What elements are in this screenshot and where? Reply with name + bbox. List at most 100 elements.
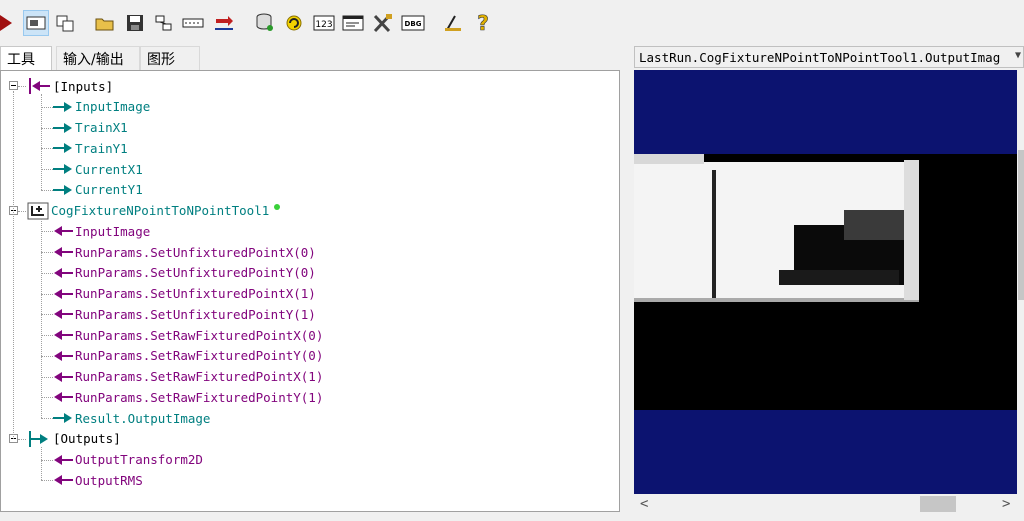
output-arrow-icon bbox=[53, 101, 73, 113]
copy-icon[interactable] bbox=[52, 10, 78, 36]
terminal-node[interactable]: TrainX1 bbox=[53, 118, 128, 138]
fixture-tool-icon bbox=[27, 202, 49, 220]
terminal-node[interactable]: RunParams.SetUnfixturedPointY(0) bbox=[53, 263, 316, 283]
terminal-node[interactable]: OutputTransform2D bbox=[53, 450, 203, 470]
input-arrow-icon bbox=[53, 246, 73, 258]
tree-connector bbox=[13, 91, 15, 439]
output-image bbox=[634, 154, 1017, 410]
node-label: CurrentX1 bbox=[75, 161, 143, 177]
output-arrow-icon bbox=[53, 412, 73, 424]
node-label: RunParams.SetUnfixturedPointX(1) bbox=[75, 286, 316, 301]
tree-connector bbox=[41, 218, 43, 418]
output-arrow-icon bbox=[53, 122, 73, 134]
status-strip bbox=[0, 514, 1024, 521]
tree-connector bbox=[41, 94, 43, 190]
tools-icon[interactable] bbox=[370, 10, 396, 36]
node-label: CogFixtureNPointToNPointTool1 bbox=[51, 203, 270, 218]
tool-tree: [Inputs] InputImage TrainX1 TrainY1 CurrentX… bbox=[0, 70, 620, 512]
scroll-right-icon[interactable]: > bbox=[1002, 496, 1010, 512]
image-vertical-scrollbar[interactable] bbox=[1017, 70, 1024, 494]
tab-tools[interactable]: 工具 bbox=[0, 46, 52, 70]
input-arrow-icon bbox=[53, 288, 73, 300]
output-arrow-icon bbox=[53, 163, 73, 175]
terminal-node[interactable]: RunParams.SetRawFixturedPointY(0) bbox=[53, 346, 323, 366]
dotted-line-icon[interactable] bbox=[180, 10, 206, 36]
toolbar: 123 DBG ? bbox=[0, 0, 1024, 46]
tab-input-output[interactable]: 输入/输出 bbox=[56, 46, 140, 70]
collapse-toggle-icon[interactable] bbox=[9, 81, 18, 90]
tree-connector bbox=[41, 446, 43, 481]
node-label: InputImage bbox=[75, 223, 151, 239]
terminal-node[interactable]: CurrentX1 bbox=[53, 159, 143, 179]
scroll-thumb[interactable] bbox=[920, 496, 956, 512]
tab-graphics[interactable]: 图形 bbox=[140, 46, 200, 70]
tree-connector bbox=[18, 438, 26, 441]
wizard-icon[interactable] bbox=[440, 10, 466, 36]
refresh-icon[interactable] bbox=[281, 10, 307, 36]
input-arrow-icon bbox=[53, 350, 73, 362]
tool-node[interactable]: CogFixtureNPointToNPointTool1 bbox=[27, 201, 281, 221]
input-arrow-icon bbox=[53, 474, 73, 486]
image-selector[interactable]: LastRun.CogFixtureNPointToNPointTool1.Ou… bbox=[634, 46, 1024, 68]
output-arrow-icon bbox=[53, 142, 73, 154]
terminal-node[interactable]: RunParams.SetUnfixturedPointY(1) bbox=[53, 304, 316, 324]
svg-text:DBG: DBG bbox=[405, 20, 422, 28]
network-icon[interactable] bbox=[151, 10, 177, 36]
node-label: TrainY1 bbox=[75, 140, 128, 156]
node-label: OutputRMS bbox=[75, 472, 143, 488]
node-label: RunParams.SetUnfixturedPointY(0) bbox=[75, 265, 316, 281]
help-icon[interactable]: ? bbox=[470, 10, 496, 36]
node-label: OutputTransform2D bbox=[75, 452, 203, 467]
input-arrow-icon bbox=[53, 391, 73, 403]
numeric-icon[interactable]: 123 bbox=[311, 10, 337, 36]
input-arrow-icon bbox=[53, 329, 73, 341]
terminal-node[interactable]: RunParams.SetUnfixturedPointX(0) bbox=[53, 242, 316, 262]
input-arrow-icon bbox=[53, 308, 73, 320]
image-view-icon[interactable] bbox=[23, 10, 49, 36]
input-arrow-icon bbox=[53, 225, 73, 237]
node-label: RunParams.SetRawFixturedPointX(0) bbox=[75, 327, 324, 343]
terminal-node[interactable]: RunParams.SetRawFixturedPointX(1) bbox=[53, 367, 323, 387]
status-indicator-icon bbox=[274, 203, 281, 210]
svg-text:?: ? bbox=[477, 12, 489, 34]
terminal-node[interactable]: Result.OutputImage bbox=[53, 408, 210, 428]
terminal-node[interactable]: CurrentY1 bbox=[53, 180, 143, 200]
outputs-terminal-icon bbox=[27, 430, 51, 448]
database-icon[interactable] bbox=[252, 10, 278, 36]
scroll-thumb[interactable] bbox=[1018, 150, 1024, 300]
chevron-down-icon[interactable]: ▼ bbox=[1015, 50, 1021, 61]
debug-icon[interactable]: DBG bbox=[400, 10, 426, 36]
group-node[interactable]: [Inputs] bbox=[27, 76, 113, 96]
inputs-terminal-icon bbox=[27, 77, 51, 95]
node-label: RunParams.SetRawFixturedPointX(1) bbox=[75, 369, 324, 384]
tree-connector bbox=[41, 480, 53, 482]
input-arrow-icon bbox=[53, 454, 73, 466]
output-arrow-icon bbox=[53, 184, 73, 196]
node-label: Result.OutputImage bbox=[75, 410, 211, 426]
run-icon[interactable] bbox=[0, 10, 20, 36]
import-icon[interactable] bbox=[211, 10, 237, 36]
node-label: InputImage bbox=[75, 99, 151, 115]
node-label: RunParams.SetUnfixturedPointY(1) bbox=[75, 306, 316, 322]
scroll-left-icon[interactable]: < bbox=[640, 496, 648, 512]
terminal-node[interactable]: InputImage bbox=[53, 221, 150, 241]
save-icon[interactable] bbox=[122, 10, 148, 36]
terminal-node[interactable]: InputImage bbox=[53, 97, 150, 117]
node-label: RunParams.SetUnfixturedPointX(0) bbox=[75, 244, 316, 260]
node-label: RunParams.SetRawFixturedPointY(1) bbox=[75, 389, 324, 405]
terminal-node[interactable]: OutputRMS bbox=[53, 470, 143, 490]
tree-connector bbox=[41, 418, 53, 420]
terminal-node[interactable]: RunParams.SetRawFixturedPointY(1) bbox=[53, 387, 323, 407]
image-horizontal-scrollbar[interactable]: < > bbox=[634, 494, 1024, 514]
group-node[interactable]: [Outputs] bbox=[27, 429, 121, 449]
terminal-icon[interactable] bbox=[340, 10, 366, 36]
terminal-node[interactable]: TrainY1 bbox=[53, 138, 128, 158]
tree-connector bbox=[18, 86, 26, 88]
terminal-node[interactable]: RunParams.SetUnfixturedPointX(1) bbox=[53, 284, 316, 304]
image-display[interactable] bbox=[634, 70, 1017, 494]
tree-connector bbox=[18, 210, 26, 213]
terminal-node[interactable]: RunParams.SetRawFixturedPointX(0) bbox=[53, 325, 323, 345]
open-folder-icon[interactable] bbox=[92, 10, 118, 36]
node-label: [Outputs] bbox=[53, 431, 121, 447]
node-label: [Inputs] bbox=[53, 78, 114, 94]
